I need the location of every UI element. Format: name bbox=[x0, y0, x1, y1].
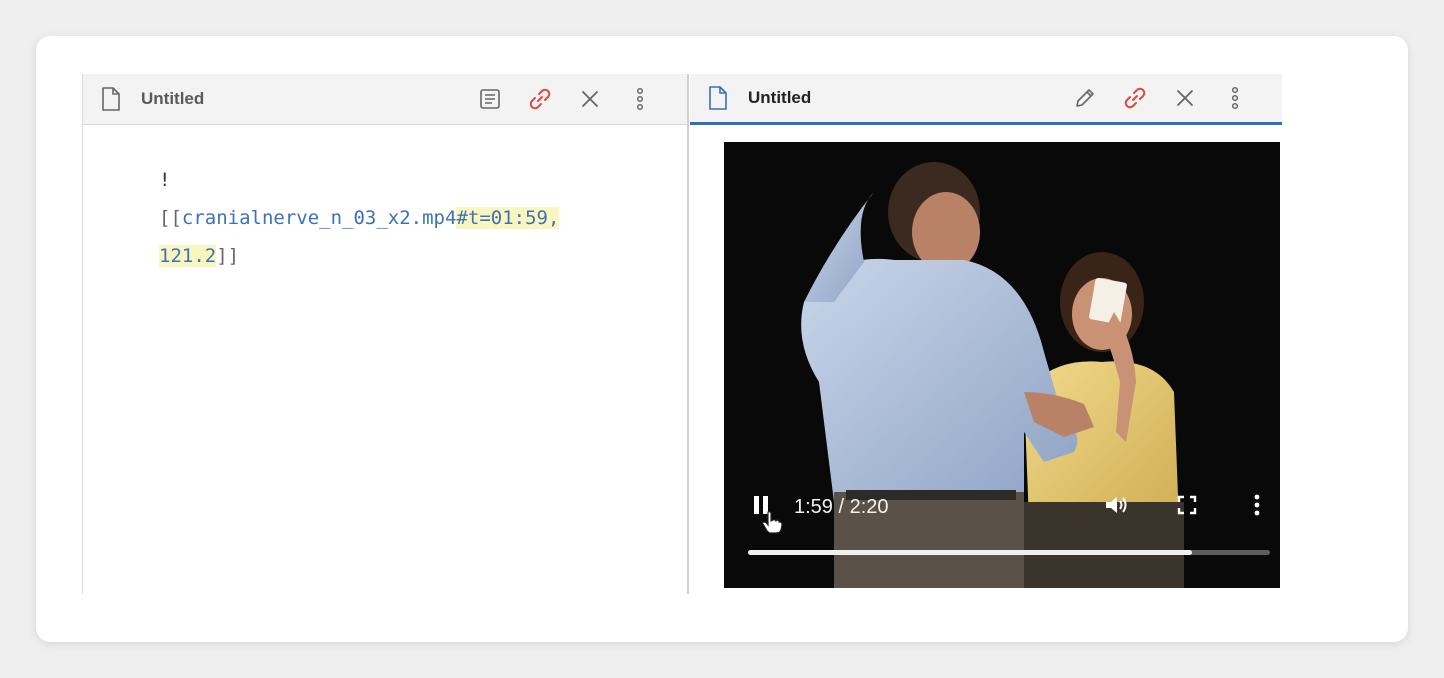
video-controls: 1:59 / 2:20 bbox=[724, 478, 1280, 588]
embed-marker: ! bbox=[159, 169, 171, 191]
reading-view-icon[interactable] bbox=[465, 79, 515, 119]
pane-title[interactable]: Untitled bbox=[141, 89, 204, 109]
pane-title[interactable]: Untitled bbox=[748, 88, 811, 108]
hand-cursor-icon bbox=[760, 510, 784, 534]
file-icon bbox=[99, 86, 123, 112]
video-more-options-icon[interactable] bbox=[1242, 490, 1272, 520]
link-open-brackets: [[ bbox=[159, 207, 182, 229]
edit-pencil-icon[interactable] bbox=[1060, 78, 1110, 118]
editor-line-1: ! bbox=[159, 161, 687, 199]
fullscreen-icon[interactable] bbox=[1172, 490, 1202, 520]
close-icon[interactable] bbox=[565, 79, 615, 119]
internal-link-filename[interactable]: cranialnerve_n_03_x2.mp4 bbox=[182, 207, 457, 229]
more-options-icon[interactable] bbox=[1210, 78, 1260, 118]
right-pane-header: Untitled bbox=[690, 74, 1282, 125]
left-pane: Untitled ! [[cranialnerve_n_03_x2.mp4#t=… bbox=[82, 74, 689, 594]
right-pane: Untitled 1:59 / 2:20 bbox=[690, 74, 1282, 594]
app-frame: Untitled ! [[cranialnerve_n_03_x2.mp4#t=… bbox=[36, 36, 1408, 642]
progress-fill bbox=[748, 550, 1192, 555]
link-close-brackets: ]] bbox=[216, 245, 240, 267]
close-icon[interactable] bbox=[1160, 78, 1210, 118]
left-pane-header: Untitled bbox=[83, 74, 687, 125]
link-time-fragment-end[interactable]: 121.2 bbox=[159, 245, 217, 267]
more-options-icon[interactable] bbox=[615, 79, 665, 119]
editor-line-3: 121.2]] bbox=[159, 237, 687, 275]
link-icon[interactable] bbox=[1110, 78, 1160, 118]
volume-icon[interactable] bbox=[1102, 490, 1132, 520]
progress-bar[interactable] bbox=[748, 550, 1270, 555]
editor-line-2: [[cranialnerve_n_03_x2.mp4#t=01:59, bbox=[159, 199, 687, 237]
file-icon bbox=[706, 85, 730, 111]
video-player[interactable]: 1:59 / 2:20 bbox=[724, 142, 1280, 588]
time-display: 1:59 / 2:20 bbox=[794, 496, 889, 518]
left-pane-actions bbox=[465, 79, 665, 119]
markdown-editor[interactable]: ! [[cranialnerve_n_03_x2.mp4#t=01:59, 12… bbox=[83, 125, 687, 594]
link-time-fragment[interactable]: #t=01:59, bbox=[456, 207, 560, 229]
link-icon[interactable] bbox=[515, 79, 565, 119]
right-pane-actions bbox=[1060, 78, 1260, 118]
